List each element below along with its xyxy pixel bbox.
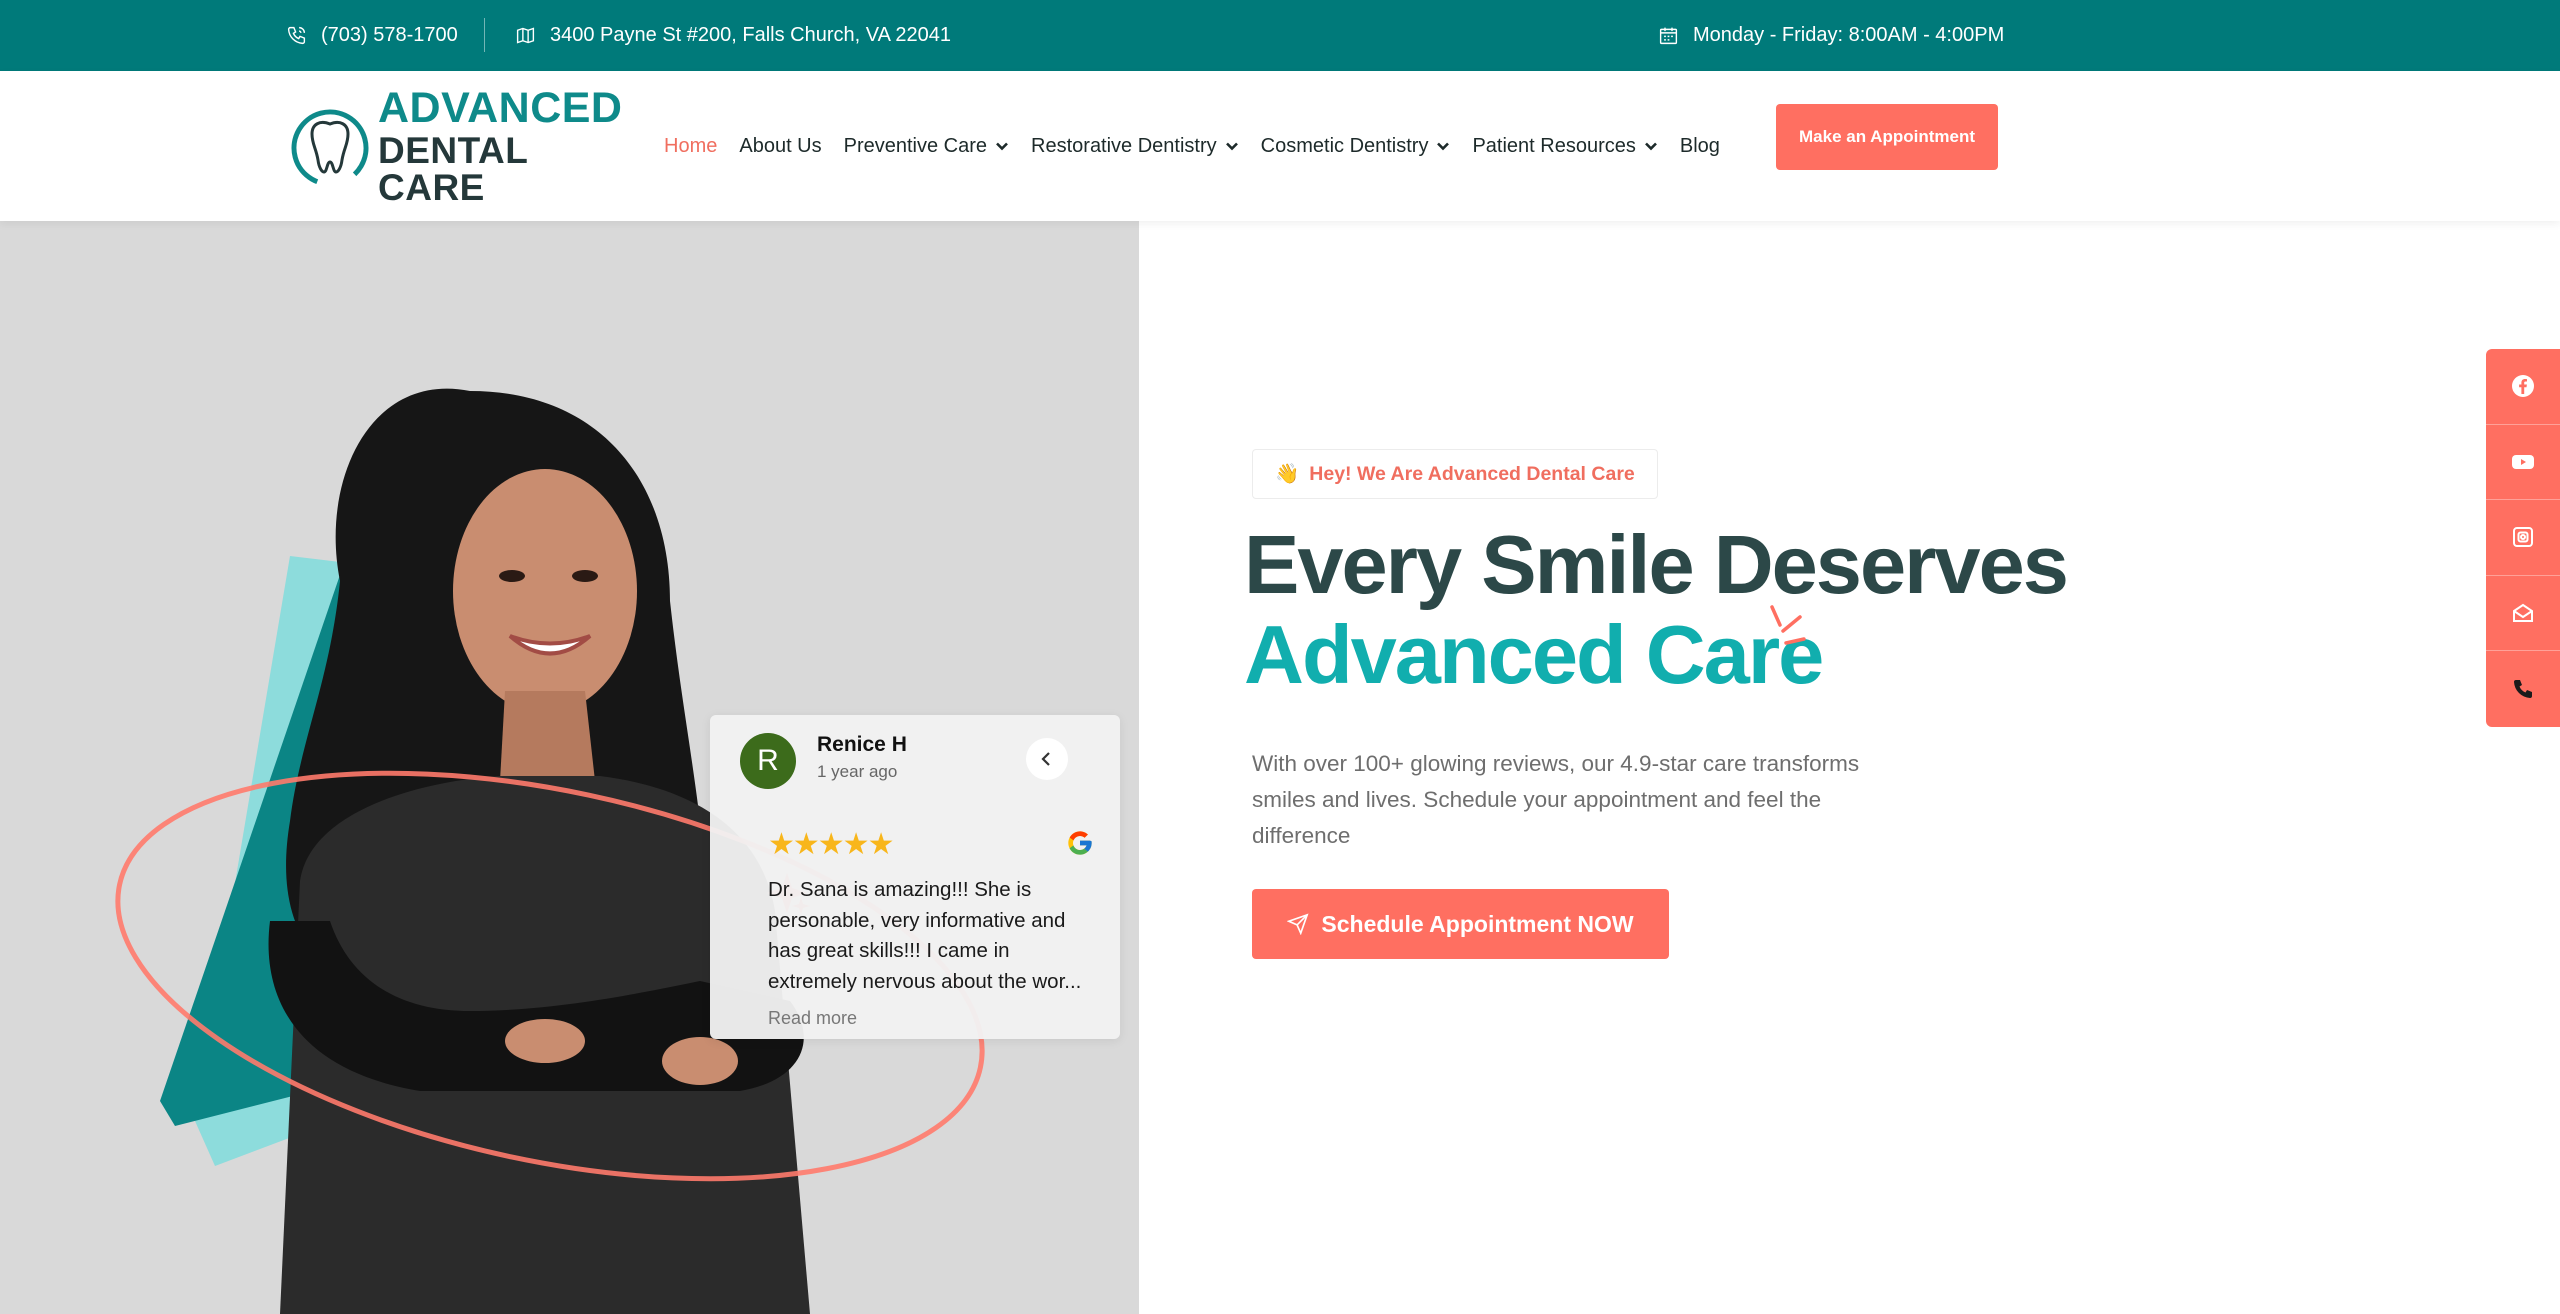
map-icon [516,27,535,44]
chevron-down-icon [996,142,1008,151]
nav-blog[interactable]: Blog [1680,135,1720,158]
social-email[interactable] [2486,576,2560,652]
nav-home[interactable]: Home [664,135,717,158]
youtube-icon [2512,454,2534,469]
hero-title-line1: Every Smile Deserves [1244,518,2069,611]
chevron-left-icon [1041,752,1050,766]
hours-info: Monday - Friday: 8:00AM - 4:00PM [1658,0,2004,71]
schedule-appointment-button[interactable]: Schedule Appointment NOW [1252,889,1669,959]
hero-image-panel: R Renice H 1 year ago ★★★★★ Dr. Sana is … [0,221,1139,1314]
review-text: Dr. Sana is amazing!!! She is personable… [768,878,1082,993]
instagram-icon [2513,527,2533,548]
address-text: 3400 Payne St #200, Falls Church, VA 220… [550,24,952,46]
phone-number[interactable]: (703) 578-1700 [321,24,458,47]
nav-about-us[interactable]: About Us [739,135,821,158]
social-youtube[interactable] [2486,425,2560,501]
social-phone[interactable] [2486,651,2560,727]
hero-tag-badge: 👋 Hey! We Are Advanced Dental Care [1252,449,1658,499]
calendar-icon [1659,27,1678,45]
google-icon [1068,831,1092,855]
google-review-card: R Renice H 1 year ago ★★★★★ Dr. Sana is … [710,715,1120,1039]
phone-icon [287,26,306,45]
nav-patient-resources[interactable]: Patient Resources [1472,135,1657,158]
hero-title-line2: Advanced Care [1244,608,1824,701]
social-instagram[interactable] [2486,500,2560,576]
main-nav: Home About Us Preventive Care Restorativ… [664,71,1720,221]
chevron-down-icon [1437,142,1450,151]
hours-text: Monday - Friday: 8:00AM - 4:00PM [1693,24,2005,46]
email-icon [2513,603,2533,623]
tooth-logo-icon [288,100,372,192]
review-prev-button[interactable] [1026,738,1068,780]
chevron-down-icon [1644,142,1657,151]
phone-contact[interactable]: (703) 578-1700 [286,0,458,71]
logo-line1: ADVANCED [378,83,623,132]
reviewer-name: Renice H [817,733,907,756]
schedule-button-label: Schedule Appointment NOW [1321,910,1634,937]
make-appointment-button[interactable]: Make an Appointment [1776,104,1998,170]
review-stars: ★★★★★ [768,828,894,861]
chevron-down-icon [1225,142,1238,151]
facebook-icon [2512,375,2534,398]
site-header: ADVANCED DENTAL CARE Home About Us Preve… [0,71,2560,221]
topbar-divider [484,18,485,52]
address-contact[interactable]: 3400 Payne St #200, Falls Church, VA 220… [515,0,951,71]
nav-cosmetic-dentistry[interactable]: Cosmetic Dentistry [1261,135,1451,158]
send-icon [1287,913,1309,935]
reviewer-avatar: R [740,733,796,789]
site-logo[interactable]: ADVANCED DENTAL CARE [288,86,622,206]
hero-lead-text: With over 100+ glowing reviews, our 4.9-… [1252,751,1860,848]
review-date: 1 year ago [817,762,898,781]
wave-hand-icon: 👋 [1275,463,1300,485]
phone-icon [2514,680,2532,699]
top-bar: (703) 578-1700 3400 Payne St #200, Falls… [0,0,2560,71]
sparkle-lines-icon [1770,605,1806,645]
review-read-more-link[interactable]: Read more [768,1008,857,1029]
nav-restorative-dentistry[interactable]: Restorative Dentistry [1031,135,1239,158]
social-sidebar [2486,349,2560,727]
hero-tag-text: Hey! We Are Advanced Dental Care [1309,462,1635,485]
logo-line2: DENTAL CARE [378,129,528,208]
social-facebook[interactable] [2486,349,2560,425]
nav-preventive-care[interactable]: Preventive Care [844,135,1009,158]
